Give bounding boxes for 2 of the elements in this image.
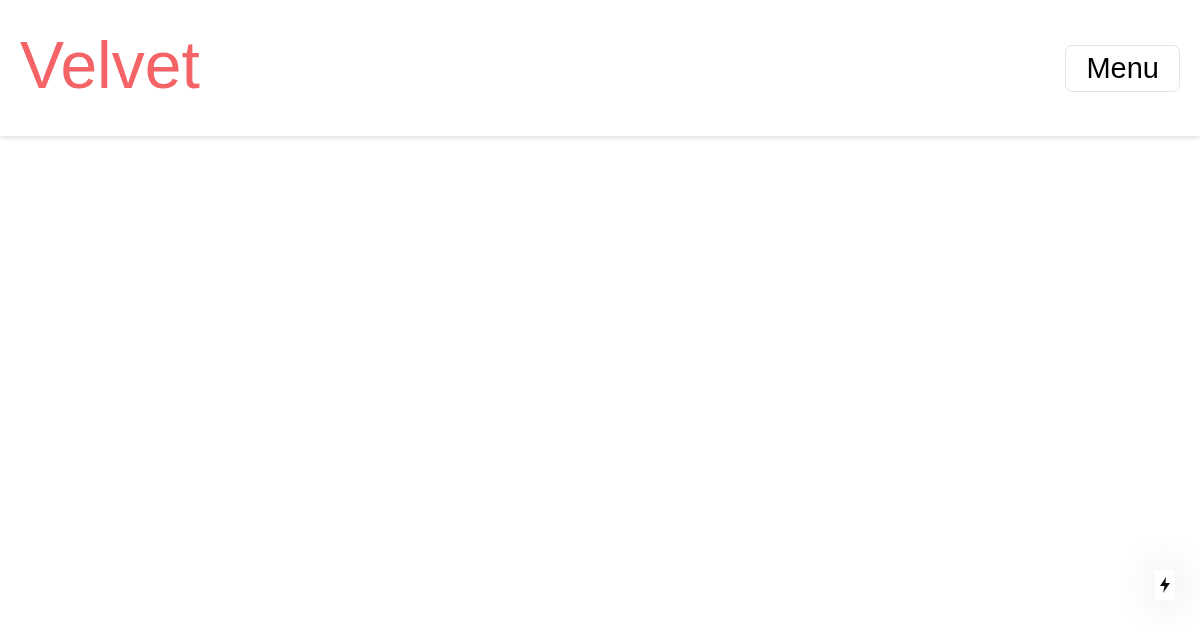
lightning-icon[interactable] [1155,570,1175,600]
menu-button[interactable]: Menu [1065,44,1180,92]
